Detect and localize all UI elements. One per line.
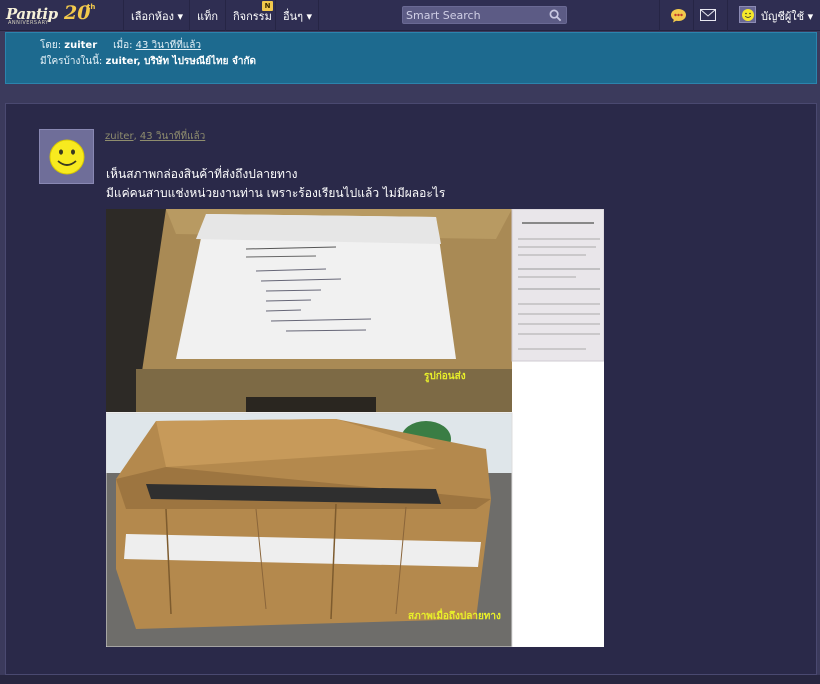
commenter-avatar[interactable] bbox=[39, 129, 94, 184]
time-link[interactable]: 43 วินาทีที่แล้ว bbox=[136, 40, 201, 51]
mail-icon[interactable] bbox=[698, 6, 718, 24]
nav-more[interactable]: อื่นๆ ▾ bbox=[283, 0, 312, 31]
by-label: โดย: bbox=[40, 40, 62, 51]
participants-label: มีใครบ้างในนี้: bbox=[40, 56, 103, 67]
nav-divider bbox=[693, 0, 694, 31]
nav-divider bbox=[225, 0, 226, 31]
nav-divider bbox=[318, 0, 319, 31]
caption-after: สภาพเมื่อถึงปลายทาง bbox=[408, 608, 501, 622]
pantip-logo[interactable]: Pantip 20 th ANNIVERSARY bbox=[6, 2, 98, 27]
top-nav-bar: Pantip 20 th ANNIVERSARY เลือกห้อง ▾ แท็… bbox=[0, 0, 820, 31]
comment-time-link[interactable]: 43 วินาทีที่แล้ว bbox=[140, 131, 205, 142]
search-box bbox=[402, 6, 567, 24]
nav-divider bbox=[189, 0, 190, 31]
caption-before: รูปก่อนส่ง bbox=[424, 370, 466, 383]
nav-tags[interactable]: แท็ก bbox=[197, 0, 218, 31]
when-label: เมื่อ: bbox=[113, 40, 133, 51]
nav-choose-room[interactable]: เลือกห้อง ▾ bbox=[131, 0, 183, 31]
logo-subtitle: ANNIVERSARY bbox=[8, 20, 49, 26]
comment-text-line-1: เห็นสภาพกล่องสินค้าที่ส่งถึงปลายทาง bbox=[106, 167, 298, 181]
topic-author-line: โดย: zuiter เมื่อ: 43 วินาทีที่แล้ว bbox=[40, 38, 201, 53]
comment-text-line-2: มีแค่คนสาบแช่งหน่วยงานท่าน เพราะร้องเรีย… bbox=[106, 186, 446, 200]
search-icon[interactable] bbox=[549, 9, 562, 22]
user-avatar-small[interactable] bbox=[739, 6, 756, 23]
nav-divider bbox=[123, 0, 124, 31]
nav-divider bbox=[275, 0, 276, 31]
logo-suffix: th bbox=[87, 3, 96, 11]
participants-line: มีใครบ้างในนี้: zuiter, บริษัท ไปรษณีย์ไ… bbox=[40, 54, 256, 69]
smiley-icon bbox=[741, 8, 754, 21]
parcel-photo-collage: รูปก่อนส่ง สภาพเมื่อถึงปลายทาง bbox=[105, 208, 605, 648]
attached-image[interactable]: รูปก่อนส่ง สภาพเมื่อถึงปลายทาง bbox=[105, 208, 605, 648]
account-menu[interactable]: บัญชีผู้ใช้ ▾ bbox=[761, 0, 813, 31]
author-link[interactable]: zuiter bbox=[64, 40, 97, 51]
chat-icon[interactable] bbox=[668, 6, 688, 24]
smiley-icon bbox=[49, 139, 84, 174]
comment-meta: zuiter, 43 วินาทีที่แล้ว bbox=[105, 131, 206, 142]
nav-divider bbox=[727, 0, 728, 31]
page-bottom-strip bbox=[0, 675, 820, 684]
search-input[interactable] bbox=[406, 8, 546, 22]
participants-list[interactable]: zuiter, บริษัท ไปรษณีย์ไทย จำกัด bbox=[106, 56, 257, 67]
nav-divider bbox=[659, 0, 660, 31]
topic-info-box: โดย: zuiter เมื่อ: 43 วินาทีที่แล้ว มีใค… bbox=[5, 32, 817, 84]
comment-author-link[interactable]: zuiter bbox=[105, 131, 134, 142]
new-badge: N bbox=[262, 1, 273, 11]
